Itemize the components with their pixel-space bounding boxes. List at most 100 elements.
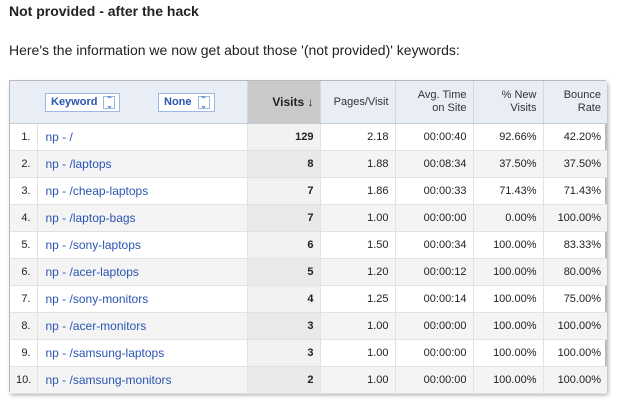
bounce-rate-cell: 100.00%	[543, 204, 607, 232]
bounce-rate-cell: 80.00%	[543, 258, 607, 286]
visits-cell: 4	[247, 285, 321, 313]
keyword-cell: np - /sony-monitors	[37, 285, 248, 313]
avg-time-cell: 00:00:34	[395, 231, 474, 259]
bounce-rate-cell: 75.00%	[543, 285, 607, 313]
table-row: 3. np - /cheap-laptops 7 1.86 00:00:33 71.43%…	[10, 177, 607, 205]
keyword-cell: np - /acer-laptops	[37, 258, 248, 286]
row-number: 1.	[10, 123, 38, 151]
pages-visit-cell: 1.00	[320, 339, 396, 367]
keyword-link[interactable]: np - /samsung-laptops	[46, 346, 165, 360]
avg-time-cell: 00:00:33	[395, 177, 474, 205]
keyword-cell: np - /samsung-laptops	[37, 339, 248, 367]
keyword-link[interactable]: np - /sony-laptops	[46, 238, 141, 252]
keyword-cell: np - /acer-monitors	[37, 312, 248, 340]
column-header-pct-new[interactable]: % New Visits	[473, 81, 544, 124]
row-number: 8.	[10, 312, 38, 340]
pages-visit-cell: 1.20	[320, 258, 396, 286]
bounce-header-line1: Bounce	[563, 89, 601, 101]
keyword-cell: np - /laptops	[37, 150, 248, 178]
table-row: 5. np - /sony-laptops 6 1.50 00:00:34 100.00%…	[10, 231, 607, 259]
row-number: 2.	[10, 150, 38, 178]
row-number: 4.	[10, 204, 38, 232]
row-number: 3.	[10, 177, 38, 205]
avg-time-header-line1: Avg. Time	[417, 89, 467, 101]
pages-visit-cell: 1.00	[320, 312, 396, 340]
pages-visit-cell: 1.25	[320, 285, 396, 313]
pages-visit-cell: 1.50	[320, 231, 396, 259]
column-header-bounce-rate[interactable]: Bounce Rate	[543, 81, 607, 124]
pages-visit-cell: 1.88	[320, 150, 396, 178]
bounce-rate-cell: 100.00%	[543, 339, 607, 367]
visits-cell: 2	[247, 366, 321, 394]
keyword-link[interactable]: np - /	[46, 130, 73, 144]
page-title: Not provided - after the hack	[9, 3, 199, 19]
bounce-rate-cell: 100.00%	[543, 312, 607, 340]
pages-visit-cell: 1.00	[320, 366, 396, 394]
keyword-cell: np - /samsung-monitors	[37, 366, 248, 394]
pages-visit-cell: 2.18	[320, 123, 396, 151]
bounce-rate-cell: 71.43%	[543, 177, 607, 205]
pct-new-header-line1: % New	[501, 89, 537, 101]
row-number: 5.	[10, 231, 38, 259]
dimension-header: Keyword ⌃ ⌄ None ⌃ ⌄	[10, 81, 248, 124]
keyword-cell: np - /sony-laptops	[37, 231, 248, 259]
primary-dimension-selector[interactable]: Keyword ⌃ ⌄	[45, 93, 121, 112]
keyword-cell: np - /laptop-bags	[37, 204, 248, 232]
visits-cell: 7	[247, 204, 321, 232]
keyword-link[interactable]: np - /samsung-monitors	[46, 373, 172, 387]
intro-text: Here's the information we now get about …	[9, 42, 460, 58]
secondary-dimension-selector[interactable]: None ⌃ ⌄	[158, 93, 215, 112]
visits-cell: 3	[247, 312, 321, 340]
pct-new-visits-cell: 100.00%	[473, 312, 544, 340]
primary-dimension-label: Keyword	[51, 96, 98, 108]
avg-time-cell: 00:00:00	[395, 204, 474, 232]
table-header-row: Keyword ⌃ ⌄ None ⌃ ⌄ Visits ↓ Pages/Visit	[10, 81, 607, 124]
pct-new-visits-cell: 92.66%	[473, 123, 544, 151]
pct-new-visits-cell: 100.00%	[473, 285, 544, 313]
avg-time-header-line2: on Site	[432, 102, 467, 114]
row-number: 9.	[10, 339, 38, 367]
visits-cell: 6	[247, 231, 321, 259]
bounce-rate-cell: 83.33%	[543, 231, 607, 259]
column-header-visits[interactable]: Visits ↓	[247, 81, 321, 124]
avg-time-cell: 00:00:12	[395, 258, 474, 286]
keyword-link[interactable]: np - /acer-monitors	[46, 319, 147, 333]
avg-time-cell: 00:00:00	[395, 339, 474, 367]
column-header-pages-visit[interactable]: Pages/Visit	[320, 81, 396, 124]
keyword-link[interactable]: np - /cheap-laptops	[46, 184, 149, 198]
avg-time-cell: 00:00:00	[395, 366, 474, 394]
keyword-link[interactable]: np - /laptop-bags	[46, 211, 136, 225]
pct-new-visits-cell: 100.00%	[473, 339, 544, 367]
pages-visit-header-label: Pages/Visit	[333, 95, 389, 108]
table-row: 6. np - /acer-laptops 5 1.20 00:00:12 100.00%…	[10, 258, 607, 286]
keyword-link[interactable]: np - /laptops	[46, 157, 112, 171]
secondary-dimension-label: None	[164, 96, 192, 108]
pct-new-header-line2: Visits	[510, 102, 537, 114]
keyword-cell: np - /	[37, 123, 248, 151]
row-number: 10.	[10, 366, 38, 394]
table-body: 1. np - / 129 2.18 00:00:40 92.66% 42.20% 2. np …	[10, 123, 607, 394]
visits-cell: 7	[247, 177, 321, 205]
visits-cell: 129	[247, 123, 321, 151]
pages-visit-cell: 1.86	[320, 177, 396, 205]
avg-time-cell: 00:00:40	[395, 123, 474, 151]
table-row: 8. np - /acer-monitors 3 1.00 00:00:00 100.00…	[10, 312, 607, 340]
pct-new-visits-cell: 100.00%	[473, 258, 544, 286]
bounce-rate-cell: 37.50%	[543, 150, 607, 178]
avg-time-cell: 00:08:34	[395, 150, 474, 178]
column-header-avg-time[interactable]: Avg. Time on Site	[395, 81, 474, 124]
pages-visit-cell: 1.00	[320, 204, 396, 232]
row-number: 7.	[10, 285, 38, 313]
pct-new-visits-cell: 0.00%	[473, 204, 544, 232]
chevron-updown-icon: ⌃ ⌄	[103, 95, 116, 109]
visits-header-label: Visits ↓	[272, 94, 314, 109]
avg-time-cell: 00:00:14	[395, 285, 474, 313]
keyword-link[interactable]: np - /sony-monitors	[46, 292, 149, 306]
table-row: 10. np - /samsung-monitors 2 1.00 00:00:00 10…	[10, 366, 607, 394]
table-row: 2. np - /laptops 8 1.88 00:08:34 37.50% 37.50%	[10, 150, 607, 178]
visits-cell: 5	[247, 258, 321, 286]
keyword-cell: np - /cheap-laptops	[37, 177, 248, 205]
keyword-link[interactable]: np - /acer-laptops	[46, 265, 139, 279]
row-number: 6.	[10, 258, 38, 286]
bounce-header-line2: Rate	[577, 102, 601, 114]
